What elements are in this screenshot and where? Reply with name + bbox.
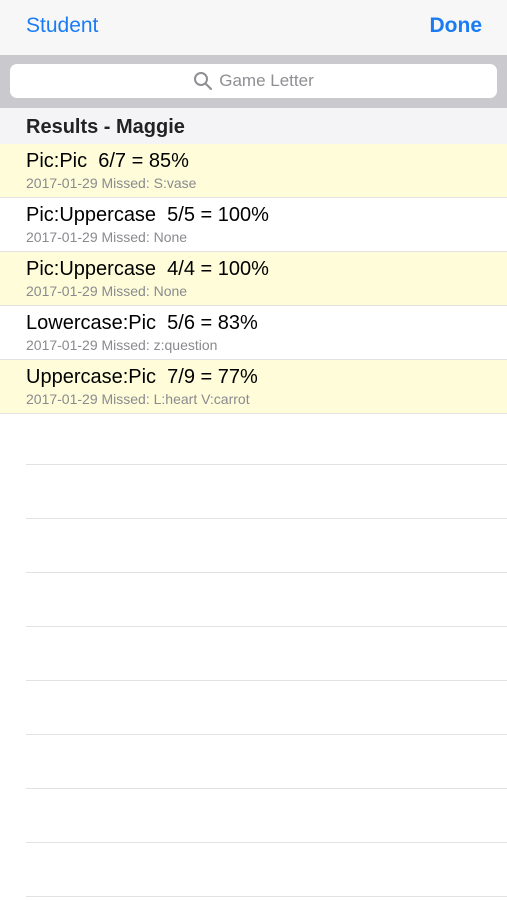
result-title: Lowercase:Pic 5/6 = 83%	[26, 312, 258, 334]
done-button[interactable]: Done	[430, 14, 483, 38]
section-title: Results - Maggie	[26, 116, 185, 138]
result-row[interactable]: Lowercase:Pic 5/6 = 83% 2017-01-29 Misse…	[0, 306, 507, 360]
result-title: Uppercase:Pic 7/9 = 77%	[26, 366, 258, 388]
result-detail: 2017-01-29 Missed: None	[26, 229, 188, 245]
result-title: Pic:Uppercase 5/5 = 100%	[26, 204, 269, 226]
empty-row-separator	[26, 788, 507, 789]
result-title: Pic:Pic 6/7 = 85%	[26, 150, 189, 172]
result-title: Pic:Uppercase 4/4 = 100%	[26, 258, 269, 280]
search-icon	[194, 72, 213, 90]
search-placeholder: Game Letter	[219, 71, 314, 90]
result-row[interactable]: Pic:Pic 6/7 = 85% 2017-01-29 Missed: S:v…	[0, 144, 507, 198]
empty-row-separator	[26, 842, 507, 843]
student-back-button[interactable]: Student	[26, 14, 98, 38]
empty-row-separator	[26, 626, 507, 627]
result-row[interactable]: Uppercase:Pic 7/9 = 77% 2017-01-29 Misse…	[0, 360, 507, 414]
empty-row-separator	[26, 572, 507, 573]
search-input[interactable]: Game Letter	[10, 64, 497, 98]
result-detail: 2017-01-29 Missed: z:question	[26, 337, 218, 353]
empty-row-separator	[26, 734, 507, 735]
section-header: Results - Maggie	[0, 108, 507, 144]
result-detail: 2017-01-29 Missed: S:vase	[26, 175, 197, 191]
result-row[interactable]: Pic:Uppercase 4/4 = 100% 2017-01-29 Miss…	[0, 252, 507, 306]
empty-row-separator	[26, 518, 507, 519]
empty-row-separator	[26, 896, 507, 897]
search-bar: Game Letter	[0, 55, 507, 108]
empty-row-separator	[26, 680, 507, 681]
empty-row-separator	[26, 464, 507, 465]
result-detail: 2017-01-29 Missed: L:heart V:carrot	[26, 391, 250, 407]
navigation-bar: Student Done	[0, 0, 507, 55]
results-list: Pic:Pic 6/7 = 85% 2017-01-29 Missed: S:v…	[0, 144, 507, 414]
result-row[interactable]: Pic:Uppercase 5/5 = 100% 2017-01-29 Miss…	[0, 198, 507, 252]
result-detail: 2017-01-29 Missed: None	[26, 283, 188, 299]
